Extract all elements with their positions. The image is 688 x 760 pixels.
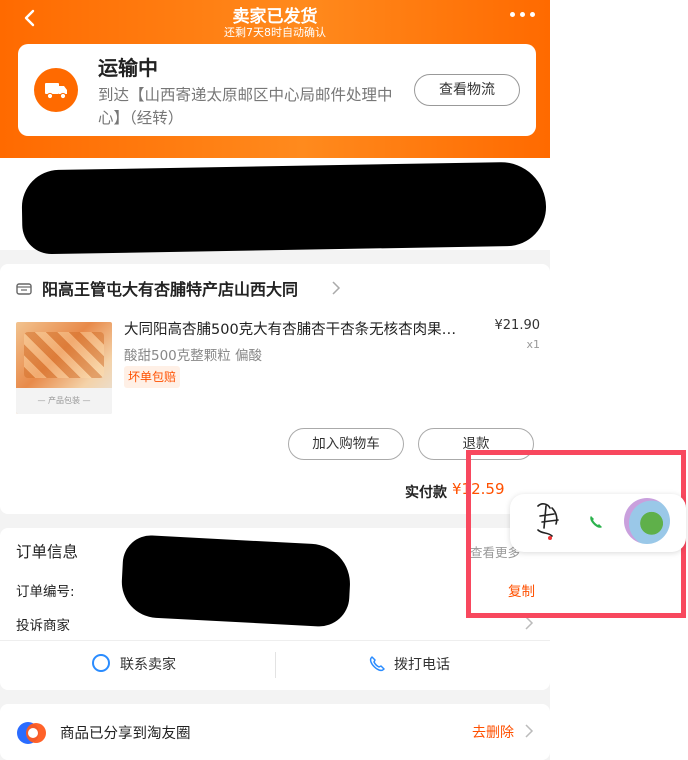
delete-share-link[interactable]: 去删除 [472, 722, 514, 742]
order-number-label: 订单编号: [16, 584, 75, 600]
store-icon [16, 283, 32, 295]
truck-icon [34, 68, 78, 112]
address-card[interactable] [0, 158, 550, 255]
call-label: 拨打电话 [394, 657, 450, 673]
order-header: 卖家已发货 还剩7天8时自动确认 运输中 到达【山西寄递太原邮区中心局邮件处理中… [0, 0, 550, 158]
shipping-detail: 到达【山西寄递太原邮区中心局邮件处理中心】（经转） [98, 86, 393, 127]
contact-seller-button[interactable]: 联系卖家 [92, 654, 176, 674]
chevron-right-icon[interactable] [330, 280, 342, 296]
call-button[interactable]: 拨打电话 [368, 654, 450, 674]
divider [0, 640, 550, 641]
view-logistics-button[interactable]: 查看物流 [414, 74, 520, 106]
chevron-right-icon[interactable] [524, 724, 534, 738]
guarantee-badge: 坏单包赔 [124, 366, 181, 388]
more-options-icon[interactable] [510, 8, 536, 20]
redaction-mark [21, 161, 547, 255]
blank-margin [550, 0, 688, 760]
paid-amount-label: 实付款 [405, 485, 447, 501]
shipping-status: 运输中 [98, 56, 158, 80]
product-spec: 酸甜500克整颗粒 偏酸 [124, 348, 263, 364]
chevron-right-icon[interactable] [524, 616, 534, 630]
shipping-status-card[interactable]: 运输中 到达【山西寄递太原邮区中心局邮件处理中心】（经转） 查看物流 [18, 44, 536, 136]
product-title[interactable]: 大同阳高杏脯500克大有杏脯杏干杏条无核杏肉果… [124, 318, 480, 339]
product-quantity: x1 [526, 338, 540, 351]
product-thumbnail[interactable]: — 产品包装 — [16, 322, 112, 414]
phone-icon [369, 656, 385, 672]
chat-face-icon [92, 654, 110, 672]
contact-seller-label: 联系卖家 [120, 657, 176, 673]
add-to-cart-button[interactable]: 加入购物车 [288, 428, 404, 460]
taoyou-logo-icon [16, 718, 48, 746]
thumbnail-caption: — 产品包装 — [37, 396, 91, 405]
order-info-title: 订单信息 [16, 543, 79, 561]
phone-call-icon[interactable] [588, 514, 604, 530]
divider [275, 652, 276, 678]
contact-avatar[interactable] [624, 498, 670, 544]
doodle-sticker-icon[interactable] [528, 498, 572, 546]
share-card: 商品已分享到淘友圈 去删除 [0, 704, 550, 760]
store-name[interactable]: 阳高王管屯大有杏脯特产店山西大同 [42, 276, 298, 300]
complain-seller-link[interactable]: 投诉商家 [16, 614, 70, 634]
product-price: ¥21.90 [494, 318, 541, 333]
order-detail-screen: 卖家已发货 还剩7天8时自动确认 运输中 到达【山西寄递太原邮区中心局邮件处理中… [0, 0, 550, 760]
auto-confirm-countdown: 还剩7天8时自动确认 [224, 26, 326, 39]
share-status-text: 商品已分享到淘友圈 [60, 726, 191, 742]
redaction-mark [120, 534, 352, 628]
